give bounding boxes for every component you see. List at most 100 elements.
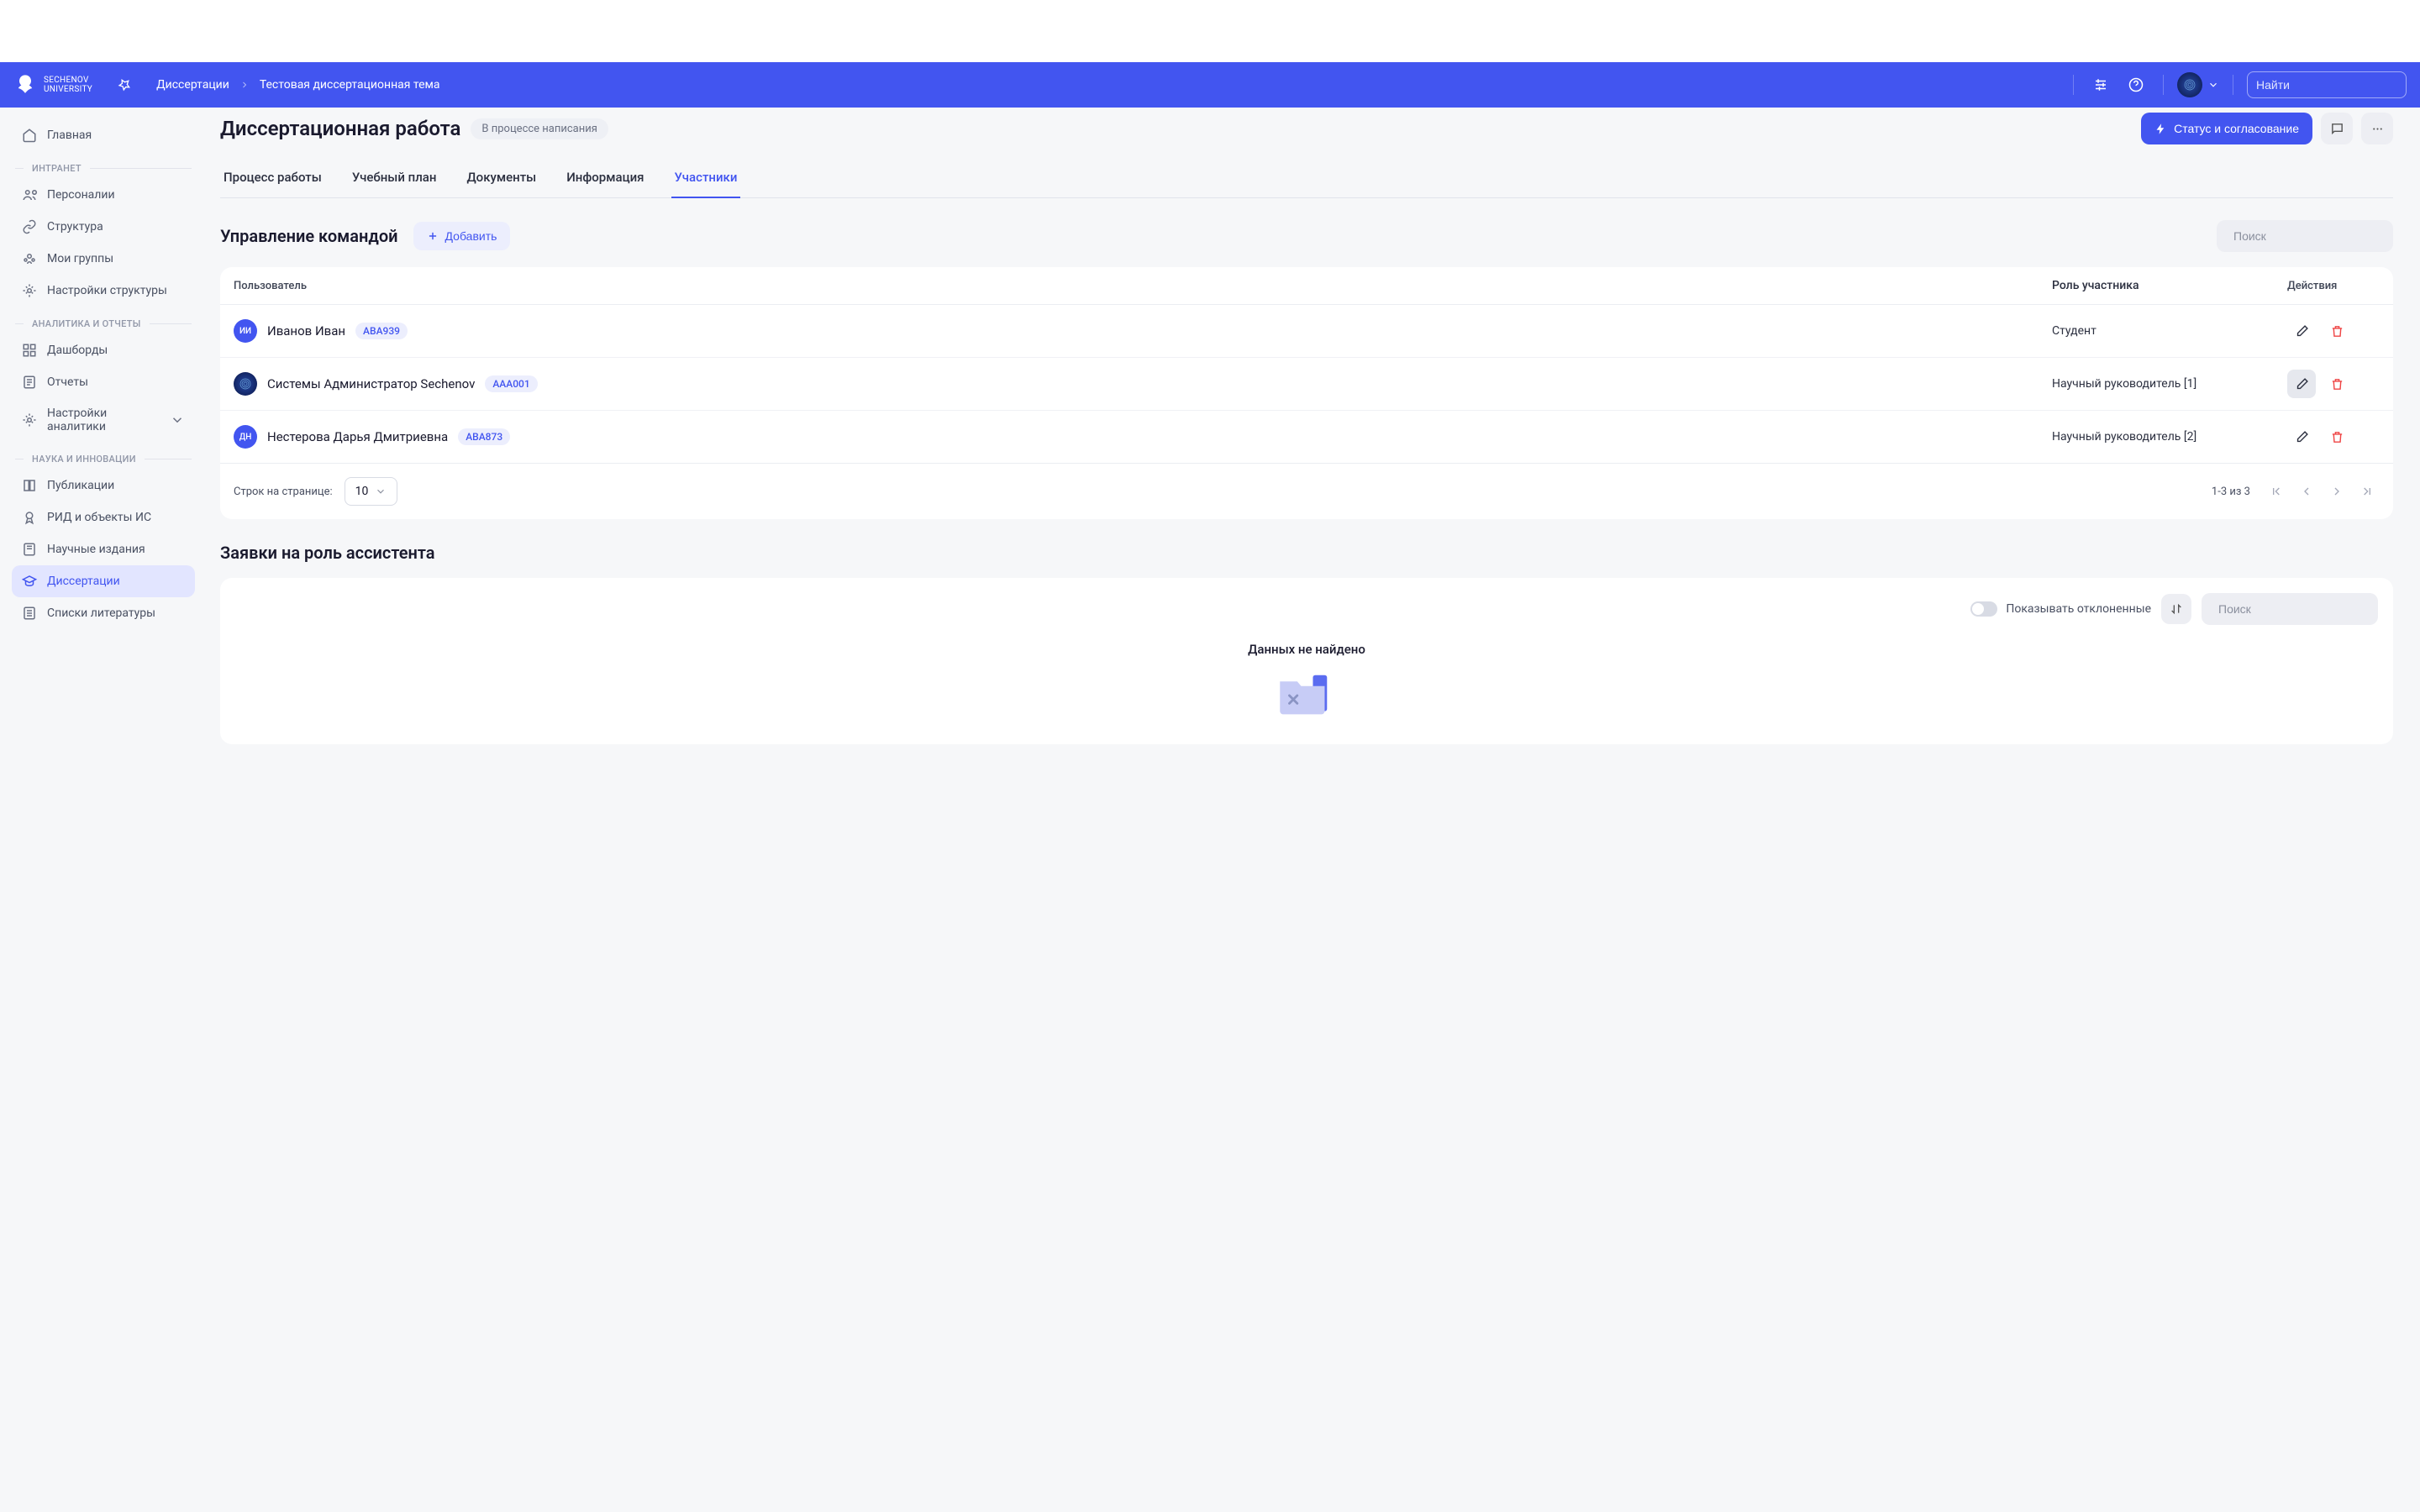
user-avatar <box>2177 72 2202 97</box>
team-search-input[interactable] <box>2233 229 2386 243</box>
add-button[interactable]: Добавить <box>413 222 511 250</box>
sidebar-item-people[interactable]: Персоналии <box>12 179 195 211</box>
comment-icon <box>2330 122 2344 136</box>
tab-documents[interactable]: Документы <box>463 161 539 198</box>
user-badge: ABA873 <box>458 428 510 445</box>
home-icon <box>22 128 37 143</box>
sidebar-item-groups[interactable]: Мои группы <box>12 243 195 275</box>
trash-icon <box>2330 430 2344 444</box>
settings-button[interactable] <box>2087 71 2114 98</box>
user-avatar: ИИ <box>234 319 257 343</box>
sidebar-item-label: Мои группы <box>47 252 113 265</box>
sidebar-section-label: АНАЛИТИКА И ОТЧЕТЫ <box>32 318 141 329</box>
sidebar-item-bibliography[interactable]: Списки литературы <box>12 597 195 629</box>
chevron-right-icon <box>2330 485 2344 498</box>
sidebar-item-publications[interactable]: Публикации <box>12 470 195 501</box>
show-rejected-toggle[interactable] <box>1970 601 1997 617</box>
help-button[interactable] <box>2123 71 2149 98</box>
sidebar-item-label: Структура <box>47 220 103 234</box>
sidebar-item-label: Отчеты <box>47 375 88 389</box>
people-icon <box>22 187 37 202</box>
logo-text: SECHENOV UNIVERSITY <box>44 76 92 94</box>
sidebar-item-label: Дашборды <box>47 344 108 357</box>
sidebar-item-dissertations[interactable]: Диссертации <box>12 565 195 597</box>
table-header-actions: Действия <box>2287 280 2380 292</box>
rows-per-page-select[interactable]: 10 <box>345 477 398 506</box>
tab-participants[interactable]: Участники <box>671 161 741 198</box>
sort-icon <box>2170 602 2183 616</box>
tab-curriculum[interactable]: Учебный план <box>349 161 440 198</box>
tab-process[interactable]: Процесс работы <box>220 161 325 198</box>
chevron-down-icon <box>375 486 387 497</box>
assistants-search[interactable] <box>2202 593 2378 625</box>
next-page-button[interactable] <box>2324 479 2349 504</box>
trash-icon <box>2330 377 2344 391</box>
edit-icon <box>2295 377 2309 391</box>
assistants-title: Заявки на роль ассистента <box>220 543 2393 563</box>
list-icon <box>22 606 37 621</box>
delete-button[interactable] <box>2323 317 2351 345</box>
sidebar-section-label: НАУКА И ИННОВАЦИИ <box>32 454 136 465</box>
last-page-button[interactable] <box>2354 479 2380 504</box>
header-logo[interactable]: SECHENOV UNIVERSITY <box>13 73 92 97</box>
sidebar-item-structure[interactable]: Структура <box>12 211 195 243</box>
global-search-input[interactable] <box>2256 78 2408 92</box>
report-icon <box>22 375 37 390</box>
delete-button[interactable] <box>2323 370 2351 398</box>
sidebar-item-journals[interactable]: Научные издания <box>12 533 195 565</box>
empty-folder-icon <box>1275 672 1339 719</box>
pin-icon <box>118 78 131 92</box>
assistants-search-input[interactable] <box>2218 602 2370 616</box>
sort-button[interactable] <box>2161 594 2191 624</box>
breadcrumb-item-1[interactable]: Тестовая диссертационная тема <box>260 78 440 92</box>
table-row: ИИ Иванов Иван ABA939 Студент <box>220 305 2393 358</box>
fingerprint-icon <box>2183 78 2196 92</box>
add-button-label: Добавить <box>445 229 497 243</box>
comments-button[interactable] <box>2321 113 2353 144</box>
pin-toggle[interactable] <box>113 73 136 97</box>
page-title: Диссертационная работа <box>220 117 460 140</box>
delete-button[interactable] <box>2323 423 2351 451</box>
edit-button[interactable] <box>2287 317 2316 345</box>
user-badge: AAA001 <box>485 375 537 392</box>
sidebar-item-home[interactable]: Главная <box>12 119 195 151</box>
prev-page-button[interactable] <box>2294 479 2319 504</box>
edit-button[interactable] <box>2287 370 2316 398</box>
sidebar-item-label: Публикации <box>47 479 114 492</box>
team-search[interactable] <box>2217 220 2393 252</box>
user-menu[interactable] <box>2177 72 2219 97</box>
sidebar-item-label: РИД и объекты ИС <box>47 511 151 524</box>
global-search[interactable] <box>2247 71 2407 98</box>
edit-button[interactable] <box>2287 423 2316 451</box>
assistants-card: Показывать отклоненные Данных не найдено <box>220 578 2393 744</box>
breadcrumb-item-0[interactable]: Диссертации <box>156 78 229 92</box>
group-icon <box>22 251 37 266</box>
sidebar-item-label: Настройки структуры <box>47 284 167 297</box>
chevron-down-icon <box>2207 79 2219 91</box>
dashboard-icon <box>22 343 37 358</box>
medal-icon <box>22 510 37 525</box>
sidebar-item-label: Настройки аналитики <box>47 407 160 433</box>
sidebar-item-rid[interactable]: РИД и объекты ИС <box>12 501 195 533</box>
bolt-icon <box>2154 123 2167 135</box>
sliders-icon <box>2093 77 2108 92</box>
chevron-down-icon <box>170 412 185 428</box>
user-name: Нестерова Дарья Дмитриевна <box>267 429 448 444</box>
sidebar-item-dashboards[interactable]: Дашборды <box>12 334 195 366</box>
tab-info[interactable]: Информация <box>563 161 647 198</box>
sidebar-item-reports[interactable]: Отчеты <box>12 366 195 398</box>
sidebar-item-analytics-settings[interactable]: Настройки аналитики <box>12 398 195 442</box>
gear-icon <box>22 283 37 298</box>
fingerprint-icon <box>239 377 252 391</box>
user-badge: ABA939 <box>355 323 408 339</box>
user-name: Иванов Иван <box>267 323 345 339</box>
status-button[interactable]: Статус и согласование <box>2141 113 2312 144</box>
sidebar-item-label: Персоналии <box>47 188 115 202</box>
more-icon <box>2370 122 2385 136</box>
team-title: Управление командой <box>220 226 398 246</box>
sidebar-item-structure-settings[interactable]: Настройки структуры <box>12 275 195 307</box>
more-button[interactable] <box>2361 113 2393 144</box>
rows-per-page-value: 10 <box>355 485 369 498</box>
book-icon <box>22 478 37 493</box>
first-page-button[interactable] <box>2264 479 2289 504</box>
